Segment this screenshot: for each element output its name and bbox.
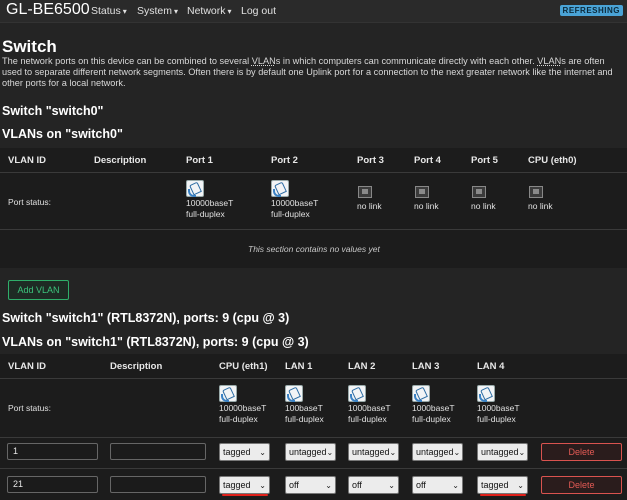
ethernet-port-icon bbox=[357, 185, 372, 198]
lan4-port-select[interactable]: untagged ⌄ bbox=[477, 443, 528, 461]
add-vlan-button[interactable]: Add VLAN bbox=[8, 280, 69, 300]
menu-system[interactable]: System ▾ bbox=[137, 5, 178, 17]
switch1-heading: Switch "switch1" (RTL8372N), ports: 9 (c… bbox=[2, 311, 290, 325]
divider bbox=[0, 172, 627, 173]
port-status-port1: 10000baseT full-duplex bbox=[186, 180, 233, 220]
chevron-down-icon: ⌄ bbox=[259, 480, 266, 490]
lan4-port-select[interactable]: tagged ⌄ bbox=[477, 476, 528, 494]
divider bbox=[0, 378, 627, 379]
annotation-underline bbox=[480, 494, 526, 496]
column-header: CPU (eth0) bbox=[528, 155, 577, 166]
caret-down-icon: ▾ bbox=[227, 7, 232, 16]
lan3-port-select[interactable]: off ⌄ bbox=[412, 476, 463, 494]
column-header: LAN 2 bbox=[348, 361, 376, 372]
port-status-port3: no link bbox=[357, 185, 382, 212]
chevron-down-icon: ⌄ bbox=[452, 480, 459, 490]
column-header: CPU (eth1) bbox=[219, 361, 268, 372]
column-header: Description bbox=[94, 155, 147, 166]
column-header: Port 2 bbox=[271, 155, 298, 166]
lan2-port-select[interactable]: untagged ⌄ bbox=[348, 443, 399, 461]
port-status-lan3: 1000baseT full-duplex bbox=[412, 385, 455, 425]
ethernet-connected-icon bbox=[285, 385, 303, 402]
column-header: VLAN ID bbox=[8, 155, 46, 166]
ethernet-connected-icon bbox=[271, 180, 289, 197]
ethernet-connected-icon bbox=[348, 385, 366, 402]
ethernet-connected-icon bbox=[412, 385, 430, 402]
column-header: LAN 4 bbox=[477, 361, 505, 372]
vlan-description-input[interactable] bbox=[110, 476, 206, 493]
column-header: Port 3 bbox=[357, 155, 384, 166]
column-header: VLAN ID bbox=[8, 361, 46, 372]
port-status-lan1: 100baseT full-duplex bbox=[285, 385, 324, 425]
switch0-heading: Switch "switch0" bbox=[2, 104, 104, 118]
port-status-port5: no link bbox=[471, 185, 496, 212]
chevron-down-icon: ⌄ bbox=[518, 447, 526, 457]
menu-network[interactable]: Network ▾ bbox=[187, 5, 232, 17]
divider bbox=[0, 468, 627, 469]
port-status-port4: no link bbox=[414, 185, 439, 212]
ethernet-port-icon bbox=[528, 185, 543, 198]
ethernet-connected-icon bbox=[219, 385, 237, 402]
brand-logo[interactable]: GL-BE6500 bbox=[6, 1, 90, 19]
port-status-label: Port status: bbox=[8, 403, 51, 413]
chevron-down-icon: ⌄ bbox=[326, 447, 334, 457]
port-status-cpu-eth1: 10000baseT full-duplex bbox=[219, 385, 266, 425]
ethernet-port-icon bbox=[414, 185, 429, 198]
ethernet-connected-icon bbox=[186, 180, 204, 197]
column-header: Port 5 bbox=[471, 155, 498, 166]
delete-vlan-button[interactable]: Delete bbox=[541, 443, 622, 461]
lan2-port-select[interactable]: off ⌄ bbox=[348, 476, 399, 494]
vlan-id-input[interactable]: 1 bbox=[7, 443, 98, 460]
refreshing-badge: REFRESHING bbox=[559, 5, 623, 16]
lan1-port-select[interactable]: off ⌄ bbox=[285, 476, 336, 494]
lan1-port-select[interactable]: untagged ⌄ bbox=[285, 443, 336, 461]
column-header: Description bbox=[110, 361, 163, 372]
chevron-down-icon: ⌄ bbox=[388, 480, 395, 490]
column-header: LAN 3 bbox=[412, 361, 440, 372]
lan3-port-select[interactable]: untagged ⌄ bbox=[412, 443, 463, 461]
port-status-cpu: no link bbox=[528, 185, 553, 212]
vlan-id-input[interactable]: 21 bbox=[7, 476, 98, 493]
vlan-description-input[interactable] bbox=[110, 443, 206, 460]
port-status-lan4: 1000baseT full-duplex bbox=[477, 385, 520, 425]
annotation-underline bbox=[222, 494, 268, 496]
column-header: Port 4 bbox=[414, 155, 441, 166]
chevron-down-icon: ⌄ bbox=[453, 447, 461, 457]
caret-down-icon: ▾ bbox=[174, 7, 179, 16]
switch1-vlans-heading: VLANs on "switch1" (RTL8372N), ports: 9 … bbox=[2, 335, 309, 349]
ethernet-port-icon bbox=[471, 185, 486, 198]
chevron-down-icon: ⌄ bbox=[389, 447, 397, 457]
cpu-port-select[interactable]: tagged ⌄ bbox=[219, 476, 270, 494]
column-header: LAN 1 bbox=[285, 361, 313, 372]
page-description: The network ports on this device can be … bbox=[2, 56, 613, 88]
caret-down-icon: ▾ bbox=[122, 7, 127, 16]
port-status-lan2: 1000baseT full-duplex bbox=[348, 385, 391, 425]
switch0-vlans-heading: VLANs on "switch0" bbox=[2, 127, 123, 141]
menu-status[interactable]: Status ▾ bbox=[91, 5, 127, 17]
chevron-down-icon: ⌄ bbox=[517, 480, 524, 490]
menu-logout[interactable]: Log out bbox=[241, 5, 276, 17]
page-title: Switch bbox=[2, 37, 57, 56]
divider bbox=[0, 437, 627, 438]
ethernet-connected-icon bbox=[477, 385, 495, 402]
port-status-label: Port status: bbox=[8, 197, 51, 207]
port-status-port2: 10000baseT full-duplex bbox=[271, 180, 318, 220]
empty-section-note: This section contains no values yet bbox=[248, 244, 380, 254]
column-header: Port 1 bbox=[186, 155, 213, 166]
chevron-down-icon: ⌄ bbox=[325, 480, 332, 490]
chevron-down-icon: ⌄ bbox=[259, 447, 266, 457]
delete-vlan-button[interactable]: Delete bbox=[541, 476, 622, 494]
divider bbox=[0, 229, 627, 230]
cpu-port-select[interactable]: tagged ⌄ bbox=[219, 443, 270, 461]
